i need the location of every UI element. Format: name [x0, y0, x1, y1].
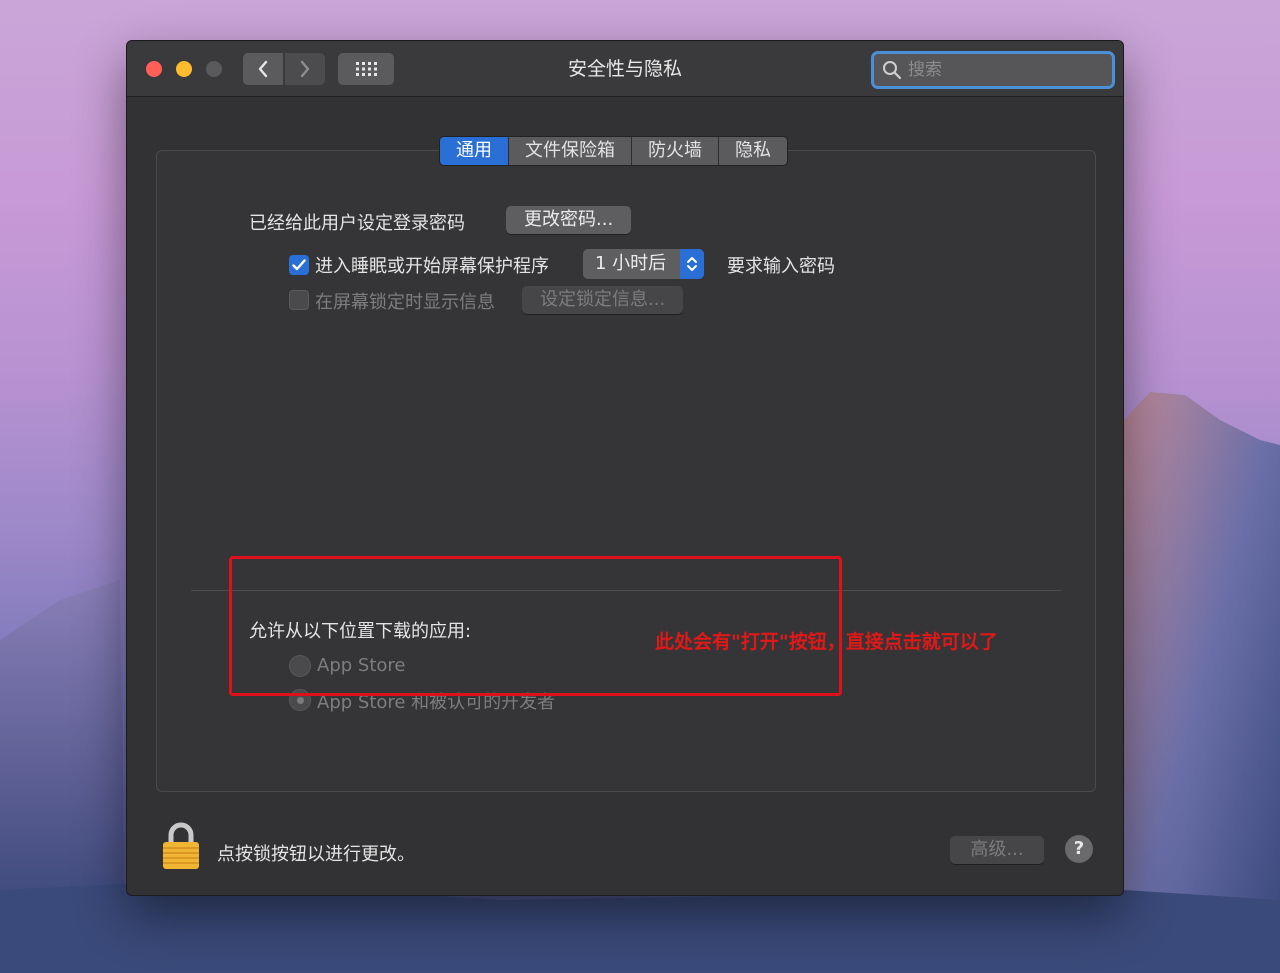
search-icon: [883, 61, 902, 80]
forward-button[interactable]: [285, 53, 325, 85]
radio-app-store-label: App Store: [317, 655, 406, 676]
section-divider: [191, 590, 1061, 591]
search-input[interactable]: [908, 60, 1098, 80]
zoom-window-button[interactable]: [206, 61, 222, 77]
grid-icon: [356, 62, 377, 76]
radio-app-store-identified-label: App Store 和被认可的开发者: [317, 692, 556, 713]
password-set-label: 已经给此用户设定登录密码: [249, 213, 465, 234]
require-password-suffix: 要求输入密码: [727, 256, 835, 277]
search-field[interactable]: [871, 51, 1115, 89]
show-message-checkbox[interactable]: [289, 290, 309, 310]
general-panel: 已经给此用户设定登录密码 更改密码... 进入睡眠或开始屏幕保护程序 1 小时后…: [156, 150, 1096, 792]
password-delay-value: 1 小时后: [595, 253, 667, 274]
radio-app-store-identified[interactable]: [289, 689, 311, 711]
checkmark-icon: [292, 259, 306, 271]
back-button[interactable]: [243, 53, 283, 85]
tab-privacy[interactable]: 隐私: [719, 137, 787, 165]
chevron-right-icon: [300, 60, 310, 78]
radio-app-store[interactable]: [289, 655, 311, 677]
minimize-window-button[interactable]: [176, 61, 192, 77]
help-button[interactable]: ?: [1065, 835, 1093, 863]
tab-filevault[interactable]: 文件保险箱: [509, 137, 632, 165]
annotation-text: 此处会有"打开"按钮，直接点击就可以了: [655, 631, 998, 653]
require-password-label: 进入睡眠或开始屏幕保护程序: [315, 256, 549, 277]
close-window-button[interactable]: [146, 61, 162, 77]
tab-general[interactable]: 通用: [440, 137, 509, 165]
chevron-left-icon: [258, 60, 268, 78]
lock-icon[interactable]: [157, 817, 205, 873]
show-message-label: 在屏幕锁定时显示信息: [315, 292, 495, 313]
advanced-button[interactable]: 高级...: [950, 836, 1044, 864]
radio-selected-dot: [296, 696, 304, 704]
tab-bar: 通用 文件保险箱 防火墙 隐私: [439, 136, 788, 166]
password-delay-select[interactable]: 1 小时后: [583, 249, 705, 279]
set-lock-message-button[interactable]: 设定锁定信息...: [522, 286, 684, 314]
require-password-checkbox[interactable]: [289, 255, 309, 275]
title-bar: 安全性与隐私: [127, 41, 1123, 97]
allow-apps-heading: 允许从以下位置下载的应用:: [249, 621, 472, 642]
show-all-button[interactable]: [338, 53, 394, 85]
lock-instruction: 点按锁按钮以进行更改。: [217, 844, 415, 865]
select-arrows-icon: [680, 249, 705, 279]
security-privacy-window: 安全性与隐私 通用 文件保险箱 防火墙 隐私: [126, 40, 1124, 896]
change-password-button[interactable]: 更改密码...: [506, 206, 632, 234]
tab-firewall[interactable]: 防火墙: [632, 137, 719, 165]
